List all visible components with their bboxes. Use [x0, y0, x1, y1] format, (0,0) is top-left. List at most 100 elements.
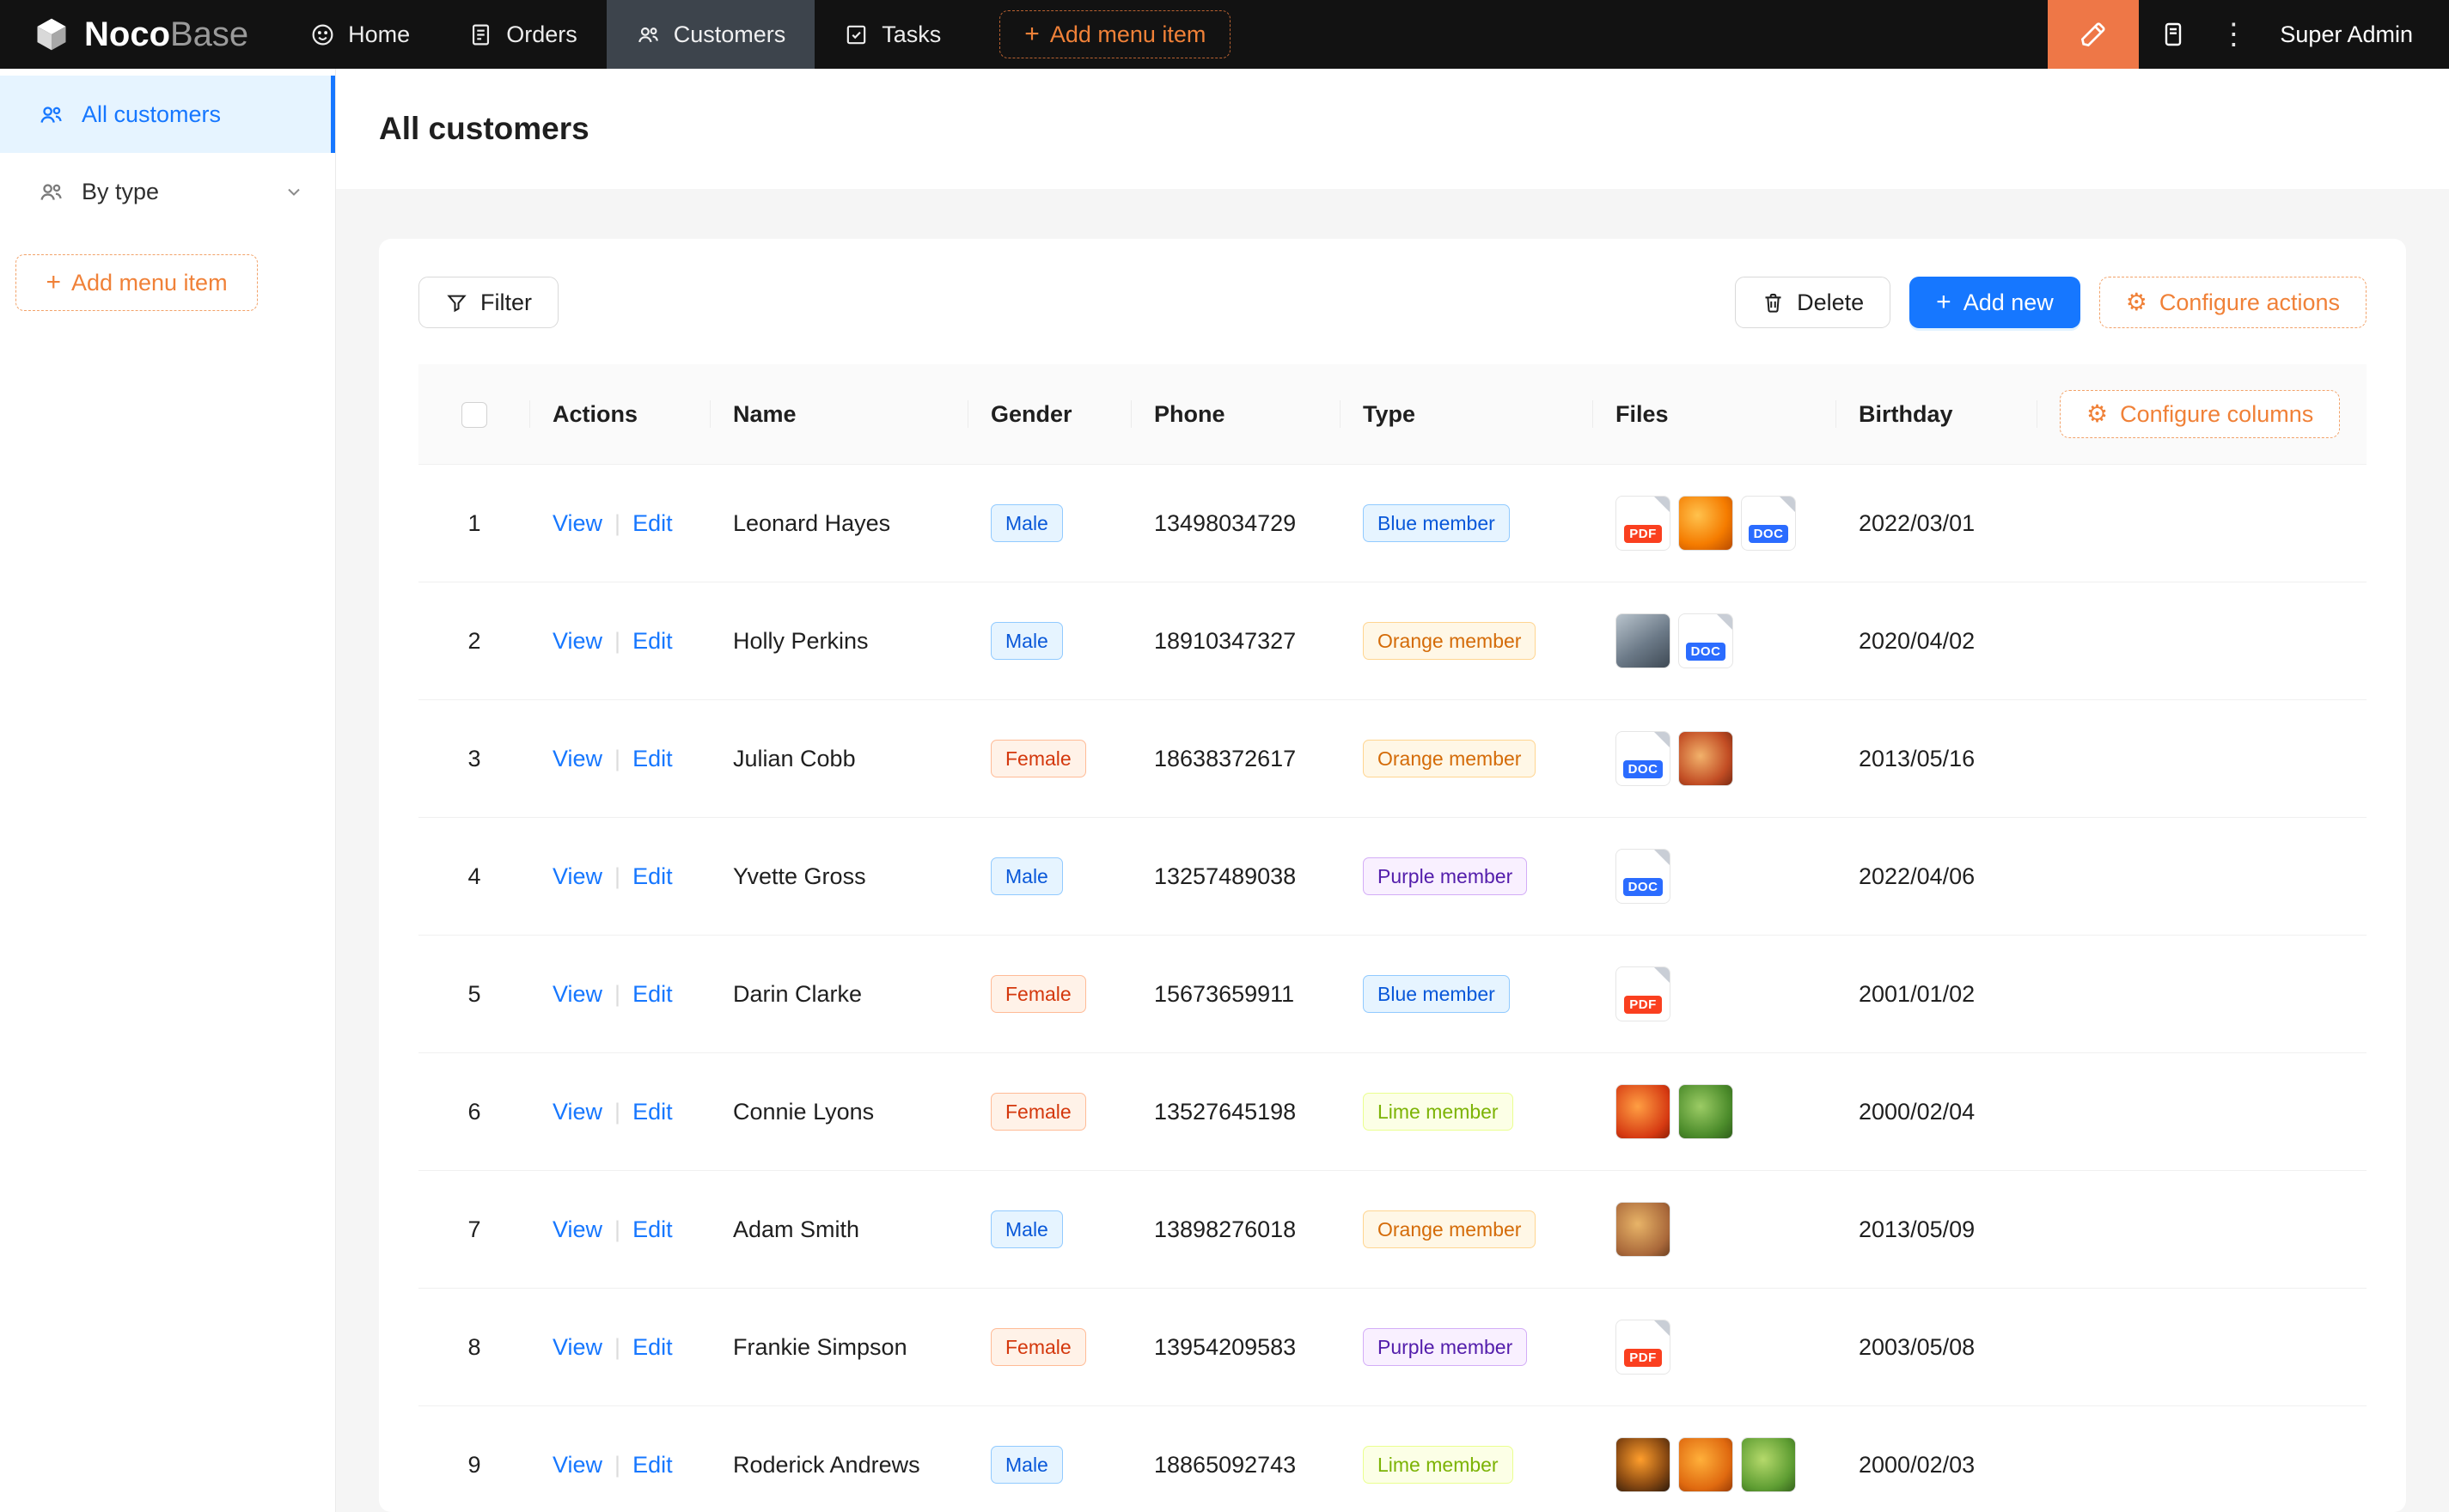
- member-type-tag: Orange member: [1363, 622, 1536, 660]
- current-user[interactable]: Super Admin: [2259, 21, 2449, 48]
- gender-tag: Female: [991, 1328, 1086, 1366]
- divider: |: [614, 510, 620, 536]
- view-link[interactable]: View: [553, 1334, 602, 1360]
- file-thumbnails: [1615, 1084, 1814, 1139]
- birthday-value: 2022/03/01: [1836, 465, 2037, 582]
- edit-link[interactable]: Edit: [632, 1216, 673, 1242]
- sidebar-item-all-customers[interactable]: All customers: [0, 76, 335, 153]
- customer-name: Holly Perkins: [711, 582, 968, 700]
- row-index: 6: [418, 1053, 530, 1171]
- table-body: 1 View|Edit Leonard Hayes Male 134980347…: [418, 465, 2367, 1512]
- doc-file-icon[interactable]: DOC: [1741, 496, 1796, 551]
- logo-cube-icon: [33, 15, 70, 53]
- image-thumbnail[interactable]: [1615, 1202, 1670, 1257]
- image-thumbnail[interactable]: [1678, 731, 1733, 786]
- table-row: 7 View|Edit Adam Smith Male 13898276018 …: [418, 1171, 2367, 1289]
- page-title: All customers: [379, 111, 589, 147]
- edit-link[interactable]: Edit: [632, 510, 673, 536]
- edit-link[interactable]: Edit: [632, 628, 673, 654]
- view-link[interactable]: View: [553, 1452, 602, 1478]
- edit-link[interactable]: Edit: [632, 863, 673, 889]
- highlighter-pen-icon: [2079, 20, 2108, 49]
- doc-file-icon[interactable]: DOC: [1615, 849, 1670, 904]
- birthday-value: 2022/04/06: [1836, 818, 2037, 936]
- image-thumbnail[interactable]: [1615, 1437, 1670, 1492]
- sidebar-add-menu-item-button[interactable]: + Add menu item: [15, 254, 258, 311]
- add-new-label: Add new: [1963, 290, 2054, 316]
- nav-item-tasks[interactable]: Tasks: [815, 0, 970, 69]
- add-menu-item-label: Add menu item: [71, 270, 228, 296]
- configure-actions-button[interactable]: ⚙ Configure actions: [2099, 277, 2367, 328]
- nav-item-orders[interactable]: Orders: [439, 0, 607, 69]
- pdf-file-icon[interactable]: PDF: [1615, 496, 1670, 551]
- select-all-checkbox[interactable]: [461, 402, 487, 428]
- gender-tag: Female: [991, 740, 1086, 777]
- image-thumbnail[interactable]: [1615, 613, 1670, 668]
- edit-link[interactable]: Edit: [632, 1452, 673, 1478]
- edit-link[interactable]: Edit: [632, 981, 673, 1007]
- file-thumbnails: DOC: [1615, 731, 1814, 786]
- team-icon: [38, 101, 64, 128]
- view-link[interactable]: View: [553, 746, 602, 771]
- view-link[interactable]: View: [553, 628, 602, 654]
- column-header-phone: Phone: [1132, 364, 1341, 465]
- row-index: 2: [418, 582, 530, 700]
- view-link[interactable]: View: [553, 981, 602, 1007]
- phone-value: 18638372617: [1132, 700, 1341, 818]
- file-thumbnails: PDF: [1615, 1320, 1814, 1375]
- configure-columns-button[interactable]: ⚙ Configure columns: [2060, 390, 2340, 438]
- edit-link[interactable]: Edit: [632, 746, 673, 771]
- column-header-files: Files: [1593, 364, 1836, 465]
- edit-link[interactable]: Edit: [632, 1334, 673, 1360]
- edit-link[interactable]: Edit: [632, 1099, 673, 1125]
- customer-name: Connie Lyons: [711, 1053, 968, 1171]
- delete-button[interactable]: Delete: [1735, 277, 1890, 328]
- row-index: 4: [418, 818, 530, 936]
- image-thumbnail[interactable]: [1741, 1437, 1796, 1492]
- table-row: 5 View|Edit Darin Clarke Female 15673659…: [418, 936, 2367, 1053]
- more-options-button[interactable]: ⋮: [2208, 17, 2259, 52]
- file-thumbnails: [1615, 1202, 1814, 1257]
- pdf-file-icon[interactable]: PDF: [1615, 1320, 1670, 1375]
- column-header-birthday: Birthday: [1836, 364, 2037, 465]
- filter-button[interactable]: Filter: [418, 277, 559, 328]
- file-icon: [468, 22, 493, 47]
- divider: |: [614, 628, 620, 654]
- nocobase-logo[interactable]: NocoBase: [0, 0, 281, 69]
- image-thumbnail[interactable]: [1615, 1084, 1670, 1139]
- file-thumbnails: PDF: [1615, 966, 1814, 1021]
- nav-item-customers[interactable]: Customers: [607, 0, 815, 69]
- nav-item-home[interactable]: Home: [281, 0, 439, 69]
- api-doc-button[interactable]: [2139, 0, 2208, 69]
- member-type-tag: Lime member: [1363, 1446, 1513, 1484]
- view-link[interactable]: View: [553, 510, 602, 536]
- table-row: 1 View|Edit Leonard Hayes Male 134980347…: [418, 465, 2367, 582]
- gender-tag: Male: [991, 1210, 1063, 1248]
- navbar-add-menu-item-button[interactable]: + Add menu item: [999, 10, 1231, 58]
- nav-item-label: Home: [348, 21, 410, 48]
- member-type-tag: Blue member: [1363, 504, 1510, 542]
- table-row: 8 View|Edit Frankie Simpson Female 13954…: [418, 1289, 2367, 1406]
- view-link[interactable]: View: [553, 1216, 602, 1242]
- image-thumbnail[interactable]: [1678, 1437, 1733, 1492]
- team-icon: [636, 22, 661, 47]
- view-link[interactable]: View: [553, 1099, 602, 1125]
- delete-label: Delete: [1797, 290, 1864, 316]
- pdf-file-icon[interactable]: PDF: [1615, 966, 1670, 1021]
- doc-file-icon[interactable]: DOC: [1615, 731, 1670, 786]
- table-row: 2 View|Edit Holly Perkins Male 189103473…: [418, 582, 2367, 700]
- birthday-value: 2000/02/04: [1836, 1053, 2037, 1171]
- birthday-value: 2000/02/03: [1836, 1406, 2037, 1512]
- top-navbar: NocoBase Home Orders Customers Tasks: [0, 0, 2449, 69]
- member-type-tag: Orange member: [1363, 1210, 1536, 1248]
- sidebar-item-by-type[interactable]: By type: [0, 153, 335, 230]
- doc-file-icon[interactable]: DOC: [1678, 613, 1733, 668]
- image-thumbnail[interactable]: [1678, 1084, 1733, 1139]
- phone-value: 13898276018: [1132, 1171, 1341, 1289]
- app-shell: All customers By type + Add menu item Al…: [0, 69, 2449, 1512]
- file-thumbnails: DOC: [1615, 613, 1814, 668]
- add-new-button[interactable]: + Add new: [1909, 277, 2080, 328]
- view-link[interactable]: View: [553, 863, 602, 889]
- ui-editor-button[interactable]: [2048, 0, 2139, 69]
- image-thumbnail[interactable]: [1678, 496, 1733, 551]
